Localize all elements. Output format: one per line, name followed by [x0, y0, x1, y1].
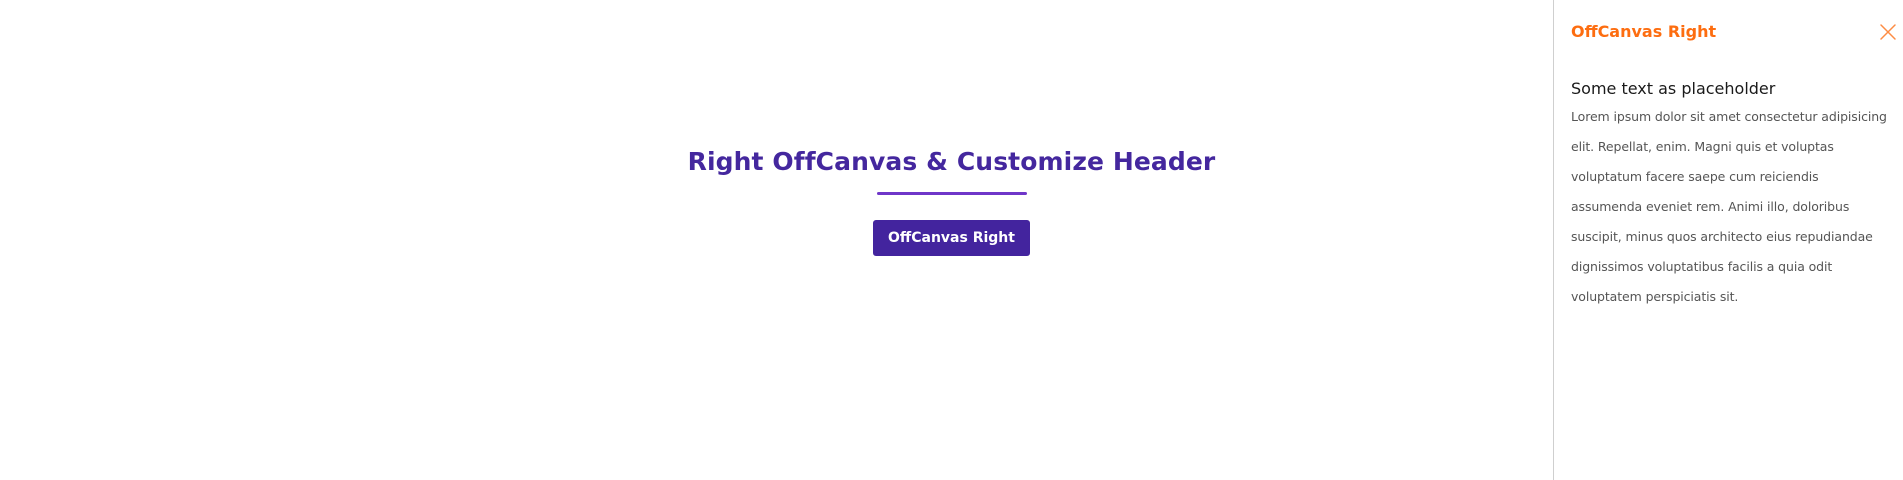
offcanvas-panel: OffCanvas Right Some text as placeholder… [1553, 0, 1903, 480]
offcanvas-body: Some text as placeholder Lorem ipsum dol… [1571, 76, 1889, 312]
page: Right OffCanvas & Customize Header OffCa… [0, 0, 1903, 480]
offcanvas-title: OffCanvas Right [1571, 22, 1717, 41]
heading-underline [877, 192, 1027, 195]
close-icon [1880, 24, 1896, 40]
offcanvas-right-button[interactable]: OffCanvas Right [873, 220, 1030, 256]
offcanvas-header: OffCanvas Right [1571, 20, 1903, 44]
close-button[interactable] [1878, 22, 1898, 42]
offcanvas-body-text: Lorem ipsum dolor sit amet consectetur a… [1571, 109, 1887, 304]
main-content [0, 0, 1554, 480]
offcanvas-subtitle: Some text as placeholder [1571, 79, 1776, 98]
